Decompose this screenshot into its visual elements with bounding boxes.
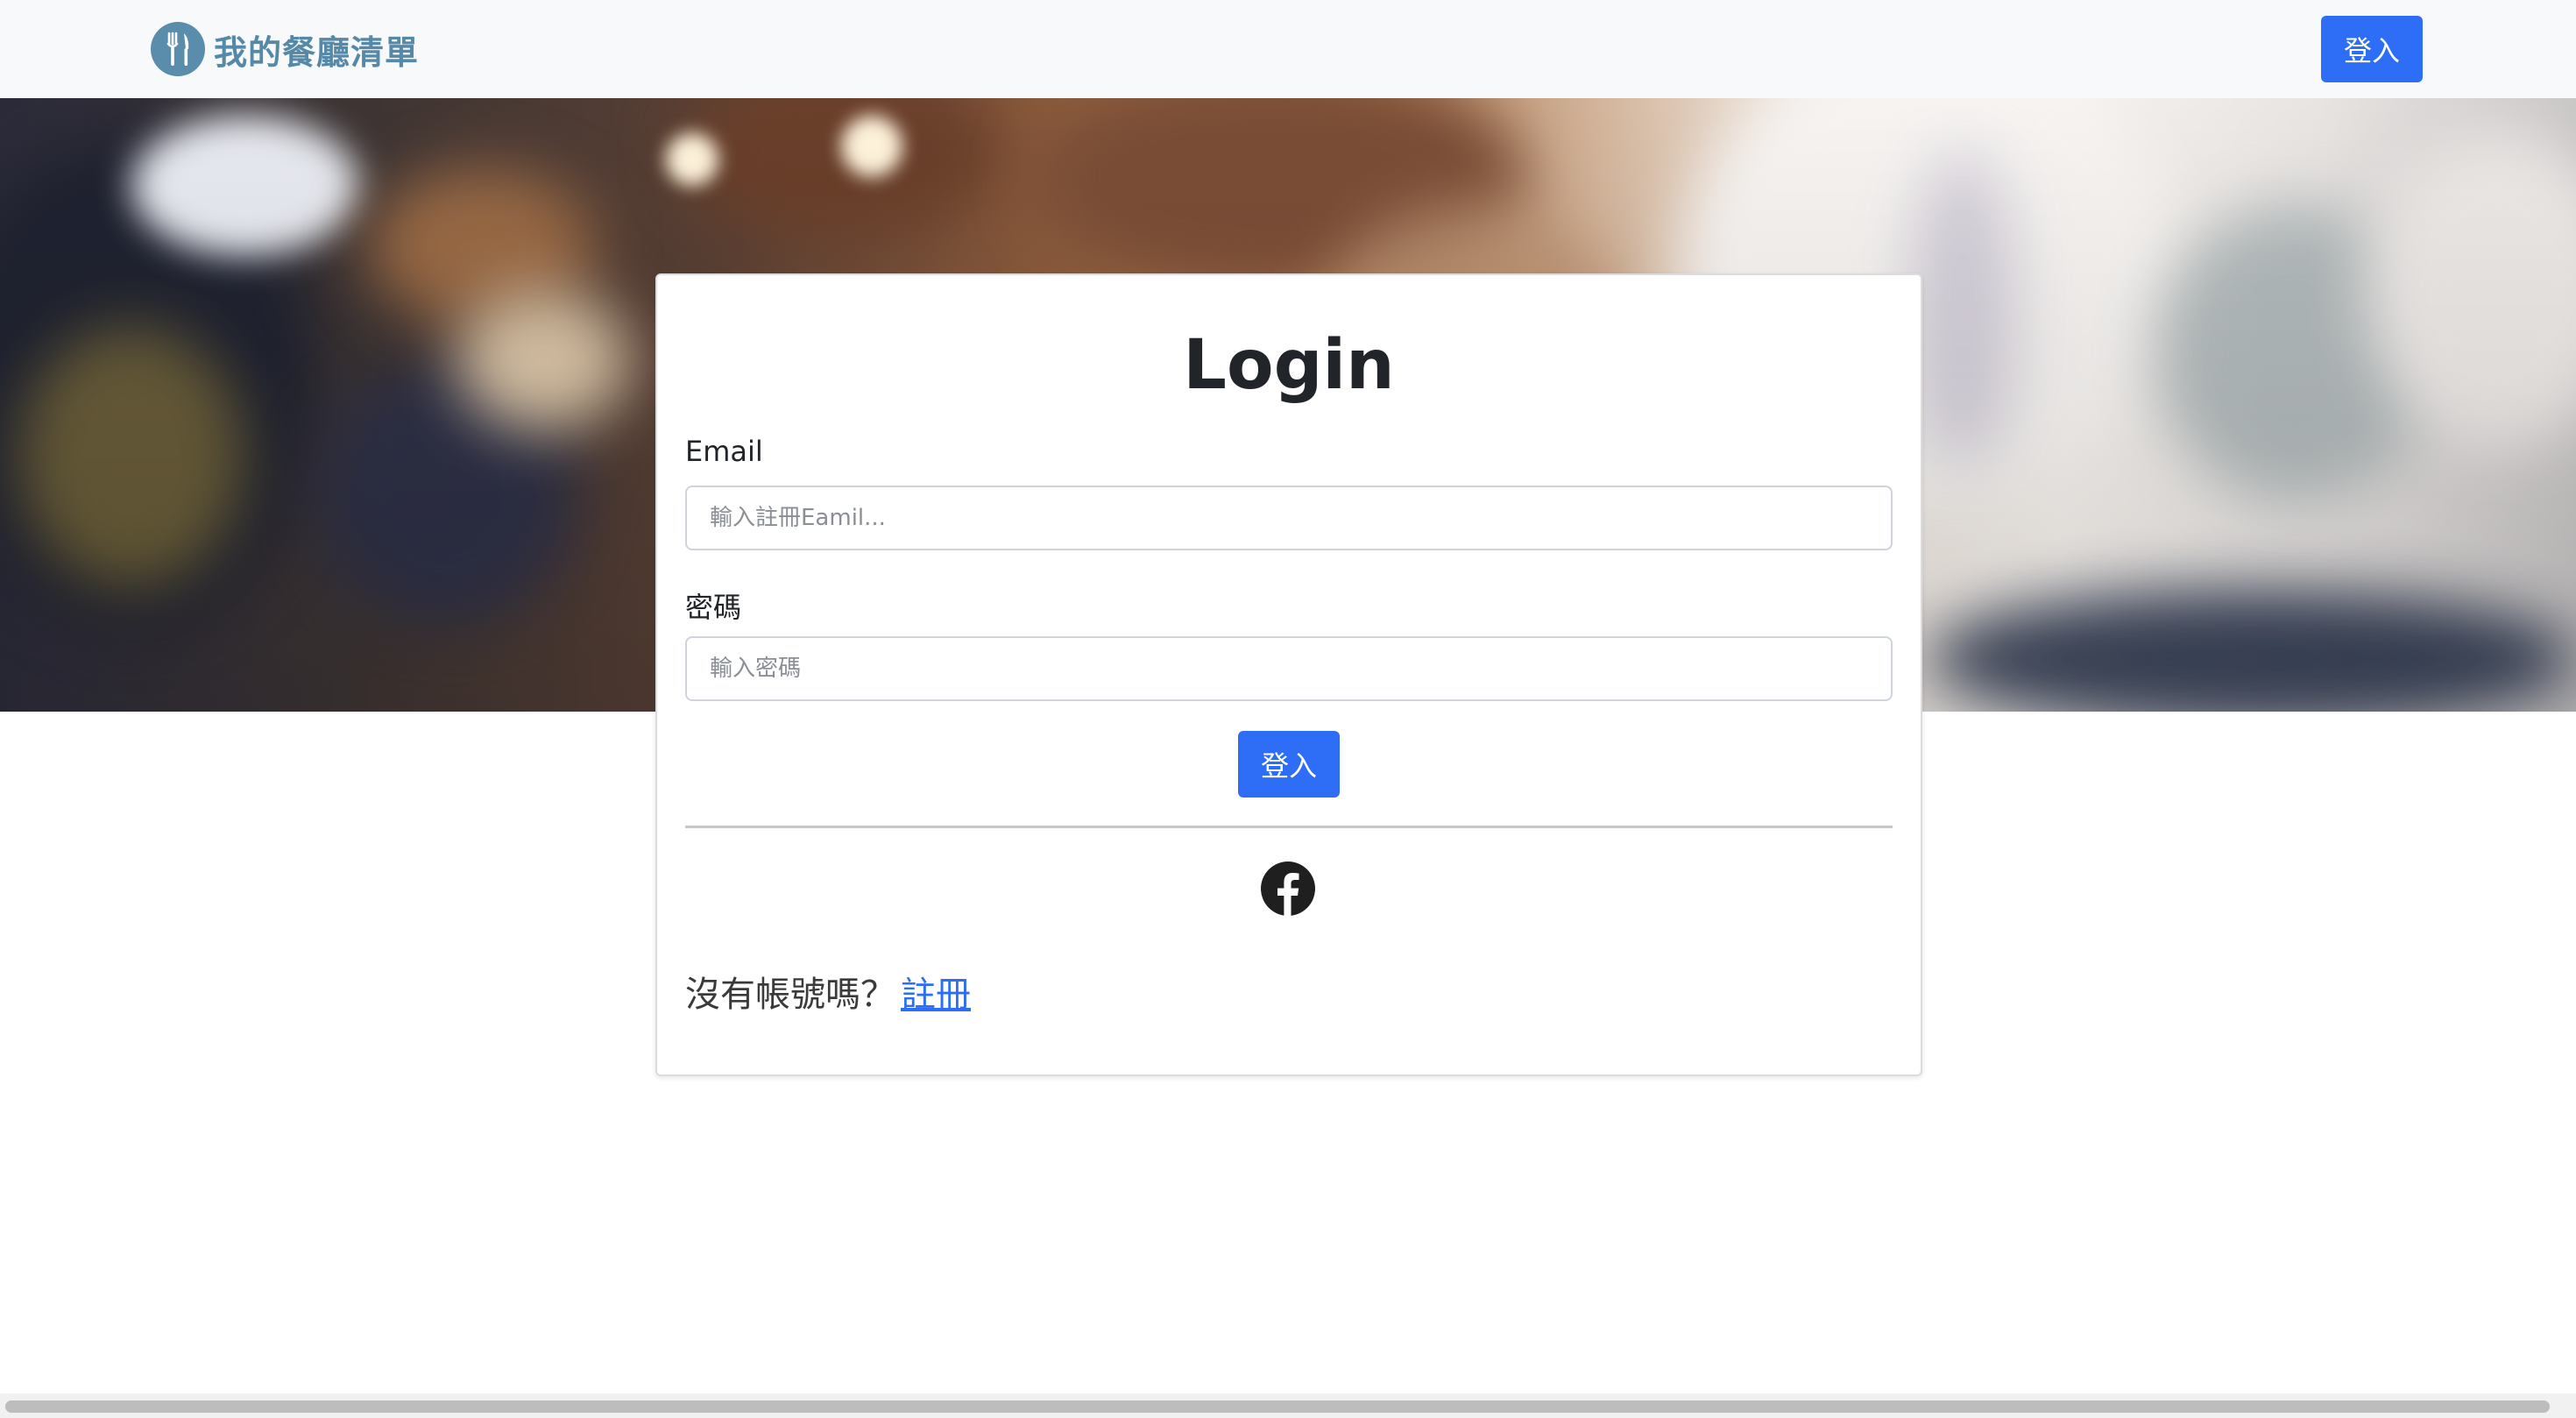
login-page: 我的餐廳清單 登入 Login Email 密碼 登入 — [0, 0, 2576, 1418]
utensils-icon — [151, 22, 205, 76]
email-input[interactable] — [685, 486, 1893, 550]
brand-link[interactable]: 我的餐廳清單 — [151, 21, 419, 77]
signup-prompt: 沒有帳號嗎？ — [685, 975, 895, 1015]
signup-row: 沒有帳號嗎？ 註冊 — [685, 966, 971, 1017]
password-input[interactable] — [685, 636, 1893, 701]
facebook-icon — [1261, 861, 1315, 917]
navbar-login-button[interactable]: 登入 — [2321, 16, 2423, 82]
navbar: 我的餐廳清單 登入 — [0, 0, 2576, 98]
password-label: 密碼 — [685, 591, 742, 624]
horizontal-scrollbar[interactable] — [0, 1393, 2576, 1418]
facebook-login-link[interactable] — [1260, 861, 1316, 917]
divider — [685, 826, 1893, 828]
signup-link[interactable]: 註冊 — [901, 975, 971, 1015]
login-submit-button[interactable]: 登入 — [1238, 731, 1340, 798]
brand-title: 我的餐廳清單 — [214, 32, 420, 72]
email-label: Email — [685, 435, 763, 468]
scrollbar-thumb[interactable] — [5, 1400, 2550, 1413]
login-card: Login Email 密碼 登入 沒有帳號嗎？註冊 — [655, 273, 1922, 1076]
login-title: Login — [1183, 326, 1395, 405]
